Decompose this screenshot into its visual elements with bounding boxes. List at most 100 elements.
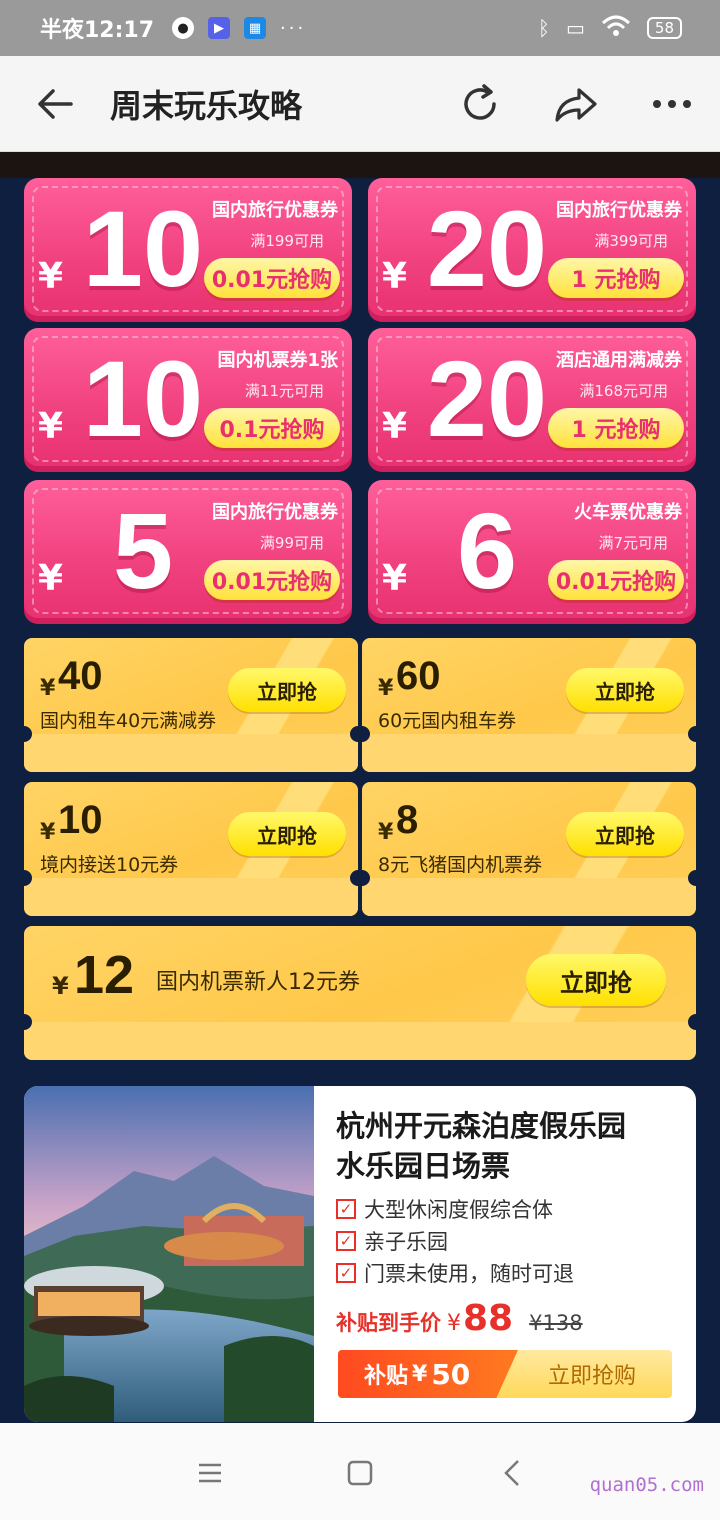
coupon-condition: 满11元可用 <box>244 382 324 400</box>
currency-symbol: ¥ <box>38 406 64 447</box>
coupon-name: 国内旅行优惠券 <box>212 200 338 221</box>
coupon-amount: 20 <box>426 338 548 459</box>
status-time: 半夜12:17 <box>40 18 155 43</box>
coupon-card[interactable]: ¥ 40 国内租车40元满减券 立即抢 <box>24 638 358 772</box>
grab-coupon-button[interactable]: 立即抢 <box>566 668 684 712</box>
coupon-card[interactable]: ¥ 20 酒店通用满减券 满168元可用 1 元抢购 <box>368 328 696 472</box>
currency-symbol: ¥ <box>382 406 408 447</box>
currency-symbol: ¥ <box>40 820 56 845</box>
currency-symbol: ¥ <box>378 820 394 845</box>
currency-symbol: ¥ <box>382 256 408 297</box>
buy-coupon-button[interactable]: 0.01元抢购 <box>548 560 684 600</box>
coupon-amount: 10 <box>82 338 204 459</box>
coupon-name: 火车票优惠券 <box>574 502 682 523</box>
price-label: 补贴到手价 <box>336 1311 441 1335</box>
refresh-icon[interactable] <box>432 82 528 126</box>
title-bar: 周末玩乐攻略 <box>0 56 720 152</box>
buy-coupon-button[interactable]: 0.1元抢购 <box>204 408 340 448</box>
feature-item: ✓ 门票未使用，随时可退 <box>336 1260 680 1286</box>
coupon-amount: 60 <box>396 654 441 698</box>
home-icon[interactable] <box>340 1453 380 1493</box>
more-icon[interactable] <box>624 99 720 109</box>
coupon-card[interactable]: ¥ 60 60元国内租车券 立即抢 <box>362 638 696 772</box>
coupon-name: 国内机票券1张 <box>217 350 338 371</box>
buy-now-label: 立即抢购 <box>547 1364 636 1389</box>
buy-coupon-button[interactable]: 1 元抢购 <box>548 258 684 298</box>
coupon-condition: 满7元可用 <box>598 534 668 552</box>
grab-coupon-button[interactable]: 立即抢 <box>228 812 346 856</box>
watermark: quan05.com <box>589 1474 704 1496</box>
grab-coupon-button[interactable]: 立即抢 <box>526 954 666 1006</box>
coupon-card[interactable]: ¥ 20 国内旅行优惠券 满399可用 1 元抢购 <box>368 178 696 322</box>
coupon-description: 国内机票新人12元券 <box>156 970 360 995</box>
coupon-card[interactable]: ¥ 6 火车票优惠券 满7元可用 0.01元抢购 <box>368 480 696 624</box>
coupon-description: 60元国内租车券 <box>378 710 517 732</box>
coupon-condition: 满168元可用 <box>579 382 668 400</box>
coupon-card[interactable]: ¥ 10 国内旅行优惠券 满199可用 0.01元抢购 <box>24 178 352 322</box>
check-icon: ✓ <box>336 1231 356 1251</box>
check-icon: ✓ <box>336 1263 356 1283</box>
buy-coupon-button[interactable]: 1 元抢购 <box>548 408 684 448</box>
buy-coupon-button[interactable]: 0.01元抢购 <box>204 258 340 298</box>
coupon-card[interactable]: ¥ 10 境内接送10元券 立即抢 <box>24 782 358 916</box>
check-icon: ✓ <box>336 1199 356 1219</box>
no-sim-icon: ▭ <box>566 16 585 40</box>
original-price: ¥138 <box>529 1311 583 1335</box>
back-arrow-icon[interactable] <box>0 88 110 120</box>
price-line: 补贴到手价 ¥ 88 ¥138 <box>336 1298 680 1339</box>
coupon-amount: 10 <box>82 188 204 309</box>
subsidy-badge: 补贴 ¥ 50 <box>338 1350 518 1398</box>
feature-item: ✓ 大型休闲度假综合体 <box>336 1196 680 1222</box>
coupon-card[interactable]: ¥ 5 国内旅行优惠券 满99可用 0.01元抢购 <box>24 480 352 624</box>
buy-coupon-button[interactable]: 0.01元抢购 <box>204 560 340 600</box>
battery-icon: 58 <box>646 17 682 39</box>
product-card[interactable]: 杭州开元森泊度假乐园 水乐园日场票 ✓ 大型休闲度假综合体 ✓ 亲子乐园 ✓ 门… <box>24 1086 696 1422</box>
coupon-name: 酒店通用满减券 <box>556 350 682 371</box>
banner-edge <box>0 152 720 178</box>
buy-button[interactable]: 补贴 ¥ 50 立即抢购 <box>338 1350 672 1398</box>
currency-symbol: ¥ <box>40 676 56 701</box>
coupon-card[interactable]: ¥ 10 国内机票券1张 满11元可用 0.1元抢购 <box>24 328 352 472</box>
coupon-amount: 12 <box>74 945 135 1005</box>
back-icon[interactable] <box>492 1453 532 1493</box>
coupon-amount: 10 <box>58 798 103 842</box>
more-notifications-icon: ··· <box>280 17 307 39</box>
windows-app-icon: ▦ <box>244 17 267 39</box>
currency-symbol: ¥ <box>447 1311 461 1336</box>
qq-icon: ● <box>172 17 195 39</box>
coupon-condition: 满199可用 <box>250 232 324 250</box>
currency-symbol: ¥ <box>52 972 69 1000</box>
current-price: 88 <box>463 1298 514 1339</box>
coupon-amount: 6 <box>456 490 518 611</box>
coupon-card[interactable]: ¥ 8 8元飞猪国内机票券 立即抢 <box>362 782 696 916</box>
feature-item: ✓ 亲子乐园 <box>336 1228 680 1254</box>
coupon-amount: 8 <box>396 798 419 842</box>
coupon-description: 境内接送10元券 <box>40 854 179 876</box>
coupon-description: 8元飞猪国内机票券 <box>378 854 543 876</box>
coupon-card-wide[interactable]: ¥ 12 国内机票新人12元券 立即抢 <box>24 926 696 1060</box>
coupon-amount: 5 <box>112 490 174 611</box>
menu-icon[interactable] <box>190 1453 230 1493</box>
currency-symbol: ¥ <box>38 256 64 297</box>
coupon-condition: 满99可用 <box>259 534 324 552</box>
status-bar: 半夜12:17 ● ▶ ▦ ··· ᛒ ▭ 58 <box>0 0 720 56</box>
coupon-amount: 20 <box>426 188 548 309</box>
product-name-line1: 杭州开元森泊度假乐园 <box>336 1109 627 1143</box>
resort-photo <box>24 1086 314 1422</box>
currency-symbol: ¥ <box>38 558 64 599</box>
system-nav-bar <box>0 1423 720 1520</box>
coupon-name: 国内旅行优惠券 <box>212 502 338 523</box>
coupon-name: 国内旅行优惠券 <box>556 200 682 221</box>
coupon-description: 国内租车40元满减券 <box>40 710 217 732</box>
page-title: 周末玩乐攻略 <box>110 86 303 125</box>
product-name-line2: 水乐园日场票 <box>336 1149 511 1183</box>
currency-symbol: ¥ <box>382 558 408 599</box>
grab-coupon-button[interactable]: 立即抢 <box>228 668 346 712</box>
currency-symbol: ¥ <box>378 676 394 701</box>
bluetooth-icon: ᛒ <box>538 16 550 40</box>
coupon-amount: 40 <box>58 654 103 698</box>
grab-coupon-button[interactable]: 立即抢 <box>566 812 684 856</box>
wifi-icon <box>601 15 631 42</box>
share-icon[interactable] <box>528 84 624 124</box>
coupon-condition: 满399可用 <box>594 232 668 250</box>
